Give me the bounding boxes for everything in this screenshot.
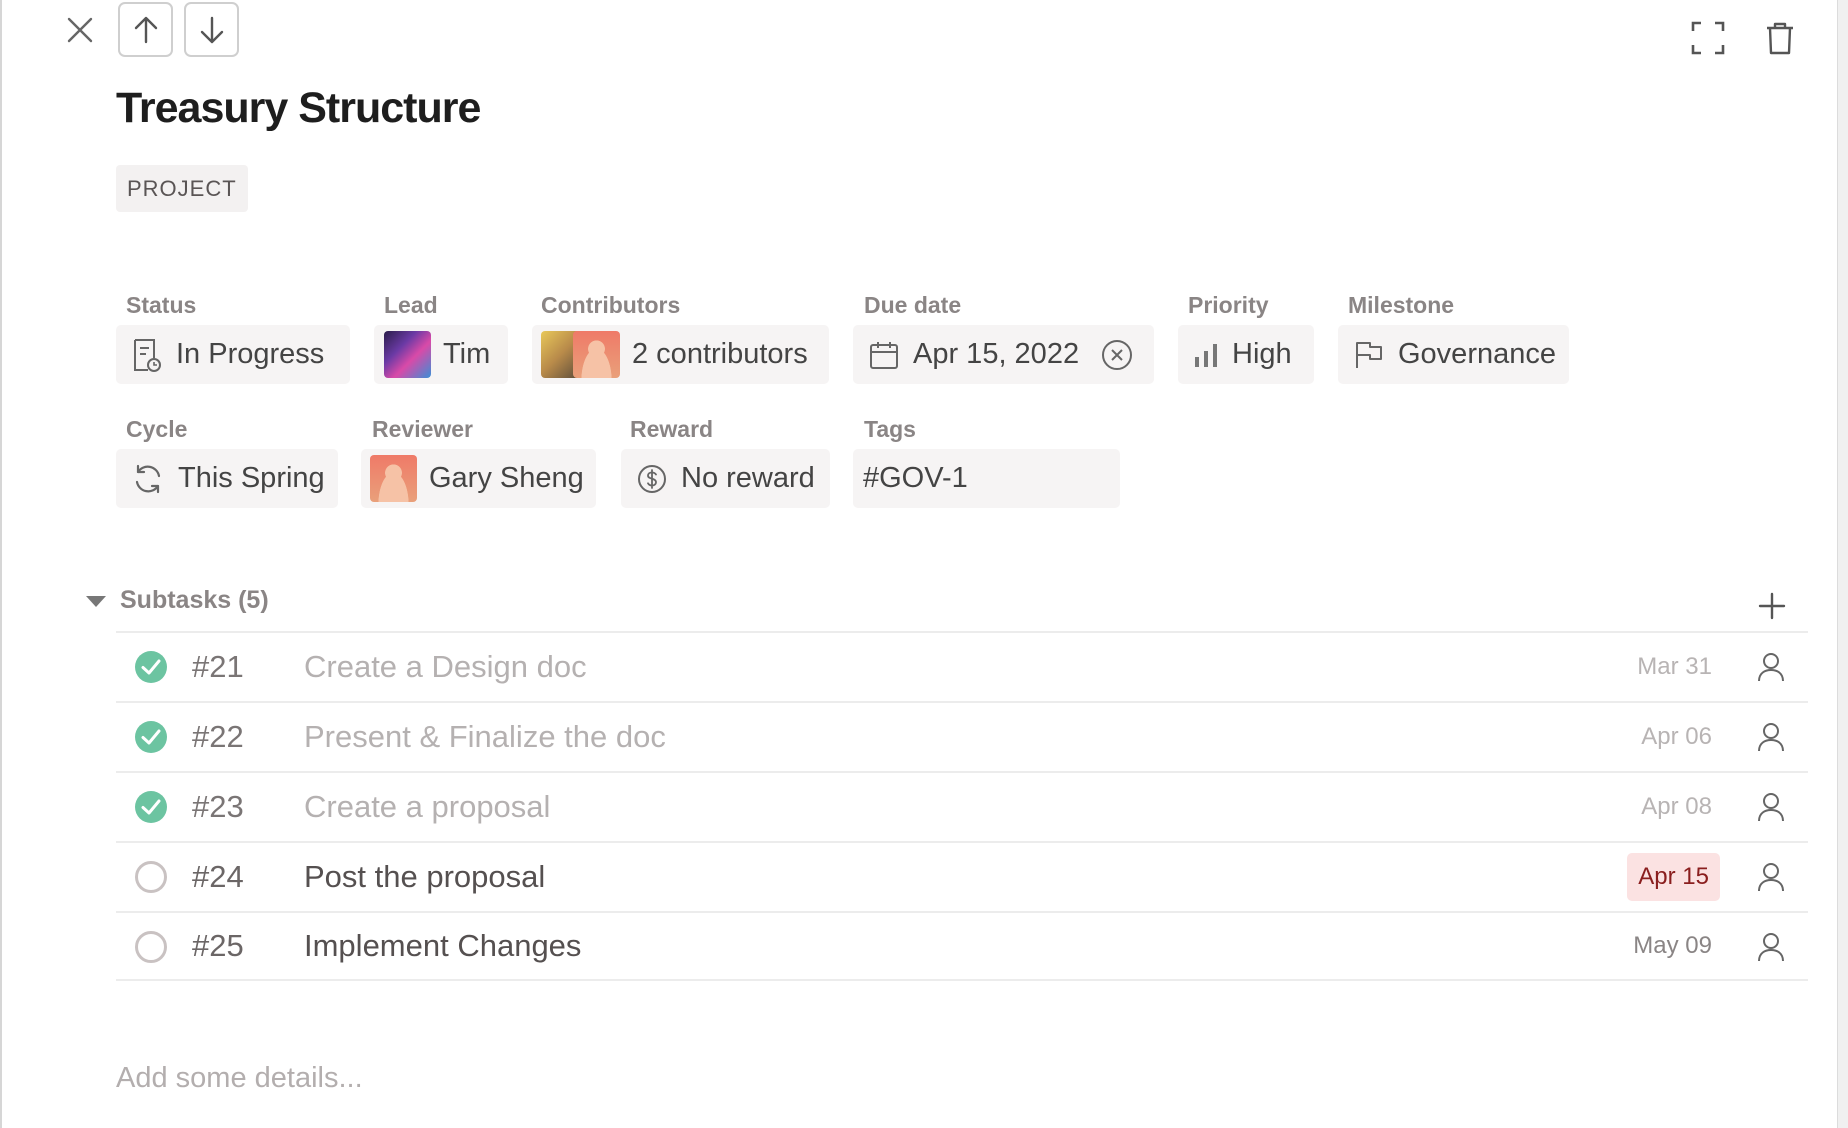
details-editor[interactable]: Add some details... xyxy=(116,1062,363,1095)
subtask-number: #21 xyxy=(192,649,244,684)
clear-due-date-button[interactable] xyxy=(1101,339,1133,371)
person-icon xyxy=(1758,723,1784,752)
cycle-value: This Spring xyxy=(178,462,325,494)
type-badge: PROJECT xyxy=(116,165,248,212)
subtasks-title: Subtasks (5) xyxy=(120,586,269,614)
subtask-due-date[interactable]: Apr 06 xyxy=(1641,723,1712,751)
assignee-button[interactable] xyxy=(1754,790,1788,824)
close-button[interactable] xyxy=(62,12,98,48)
subtask-row-23[interactable]: #23 Create a proposal Apr 08 xyxy=(116,771,1808,841)
subtask-number: #22 xyxy=(192,719,244,754)
reward-label: Reward xyxy=(630,416,714,442)
cycle-label: Cycle xyxy=(126,416,188,442)
subtask-title: Implement Changes xyxy=(304,928,582,963)
cycle-icon xyxy=(132,463,164,495)
plus-icon xyxy=(1758,592,1786,620)
task-title[interactable]: Treasury Structure xyxy=(116,84,481,133)
milestone-label: Milestone xyxy=(1348,292,1455,318)
subtask-number: #24 xyxy=(192,859,244,894)
lead-avatar xyxy=(384,331,431,378)
lead-value: Tim xyxy=(443,338,491,370)
assignee-button[interactable] xyxy=(1754,650,1788,684)
document-status-icon xyxy=(132,338,162,372)
status-value: In Progress xyxy=(176,338,325,370)
subtask-title: Post the proposal xyxy=(304,859,546,894)
subtask-due-date-overdue[interactable]: Apr 15 xyxy=(1627,853,1720,901)
reward-value: No reward xyxy=(681,462,815,494)
reviewer-chip[interactable]: Gary Sheng xyxy=(361,449,596,508)
delete-button[interactable] xyxy=(1760,16,1800,60)
priority-value: High xyxy=(1232,338,1292,370)
subtask-row-25[interactable]: #25 Implement Changes May 09 xyxy=(116,911,1808,981)
person-icon xyxy=(1758,653,1784,682)
person-icon xyxy=(1758,933,1784,962)
dollar-circle-icon xyxy=(637,464,667,494)
subtask-list: #21 Create a Design doc Mar 31 #22 Prese… xyxy=(116,631,1808,981)
contributors-chip[interactable]: 2 contributors xyxy=(532,325,829,384)
subtask-title: Present & Finalize the doc xyxy=(304,719,666,754)
subtask-due-date[interactable]: Mar 31 xyxy=(1637,653,1712,681)
subtasks-toggle[interactable]: Subtasks (5) xyxy=(84,586,269,615)
next-task-button[interactable] xyxy=(184,2,239,57)
priority-chip[interactable]: High xyxy=(1178,325,1314,384)
subtask-row-22[interactable]: #22 Present & Finalize the doc Apr 06 xyxy=(116,701,1808,771)
check-circle-icon[interactable] xyxy=(134,720,168,754)
task-detail-panel: Treasury Structure PROJECT Status Lead C… xyxy=(0,0,1838,1128)
caret-down-icon xyxy=(86,595,106,607)
empty-circle-icon[interactable] xyxy=(134,930,168,964)
status-label: Status xyxy=(126,292,197,318)
tags-label: Tags xyxy=(864,416,916,442)
assignee-button[interactable] xyxy=(1754,720,1788,754)
subtask-title: Create a Design doc xyxy=(304,649,587,684)
due-date-label: Due date xyxy=(864,292,962,318)
contributors-avatars xyxy=(541,331,620,378)
priority-label: Priority xyxy=(1188,292,1269,318)
bar-chart-icon xyxy=(1194,342,1218,368)
calendar-icon xyxy=(869,340,899,370)
status-chip[interactable]: In Progress xyxy=(116,325,350,384)
arrow-down-icon xyxy=(200,16,223,43)
empty-circle-icon[interactable] xyxy=(134,860,168,894)
close-icon xyxy=(67,17,93,43)
add-subtask-button[interactable] xyxy=(1754,588,1790,624)
subtask-title: Create a proposal xyxy=(304,789,551,824)
assignee-button[interactable] xyxy=(1754,860,1788,894)
arrow-up-icon xyxy=(134,16,157,43)
lead-chip[interactable]: Tim xyxy=(374,325,508,384)
person-icon xyxy=(1758,793,1784,822)
check-circle-icon[interactable] xyxy=(134,650,168,684)
due-date-chip[interactable]: Apr 15, 2022 xyxy=(853,325,1154,384)
expand-icon xyxy=(1691,21,1725,55)
lead-label: Lead xyxy=(384,292,438,318)
tags-value: #GOV-1 xyxy=(863,462,968,494)
person-icon xyxy=(1758,863,1784,892)
subtask-due-date[interactable]: May 09 xyxy=(1633,932,1712,960)
tags-chip[interactable]: #GOV-1 xyxy=(853,449,1120,508)
subtask-row-21[interactable]: #21 Create a Design doc Mar 31 xyxy=(116,631,1808,701)
subtask-number: #25 xyxy=(192,928,244,963)
contributors-value: 2 contributors xyxy=(632,338,808,370)
trash-icon xyxy=(1767,22,1793,55)
check-circle-icon[interactable] xyxy=(134,790,168,824)
milestone-chip[interactable]: Governance xyxy=(1338,325,1569,384)
assignee-button[interactable] xyxy=(1754,930,1788,964)
milestone-value: Governance xyxy=(1398,338,1556,370)
expand-button[interactable] xyxy=(1688,18,1728,58)
subtask-due-date[interactable]: Apr 08 xyxy=(1641,793,1712,821)
reviewer-value: Gary Sheng xyxy=(429,462,584,494)
subtask-number: #23 xyxy=(192,789,244,824)
contributors-label: Contributors xyxy=(541,292,681,318)
reviewer-avatar xyxy=(370,455,417,502)
clear-circle-icon xyxy=(1102,339,1133,370)
reviewer-label: Reviewer xyxy=(372,416,474,442)
subtask-row-24[interactable]: #24 Post the proposal Apr 15 xyxy=(116,841,1808,911)
background-gutter xyxy=(1838,0,1848,1128)
due-date-value: Apr 15, 2022 xyxy=(913,338,1080,370)
cycle-chip[interactable]: This Spring xyxy=(116,449,338,508)
reward-chip[interactable]: No reward xyxy=(621,449,830,508)
previous-task-button[interactable] xyxy=(118,2,173,57)
flag-icon xyxy=(1354,340,1384,370)
